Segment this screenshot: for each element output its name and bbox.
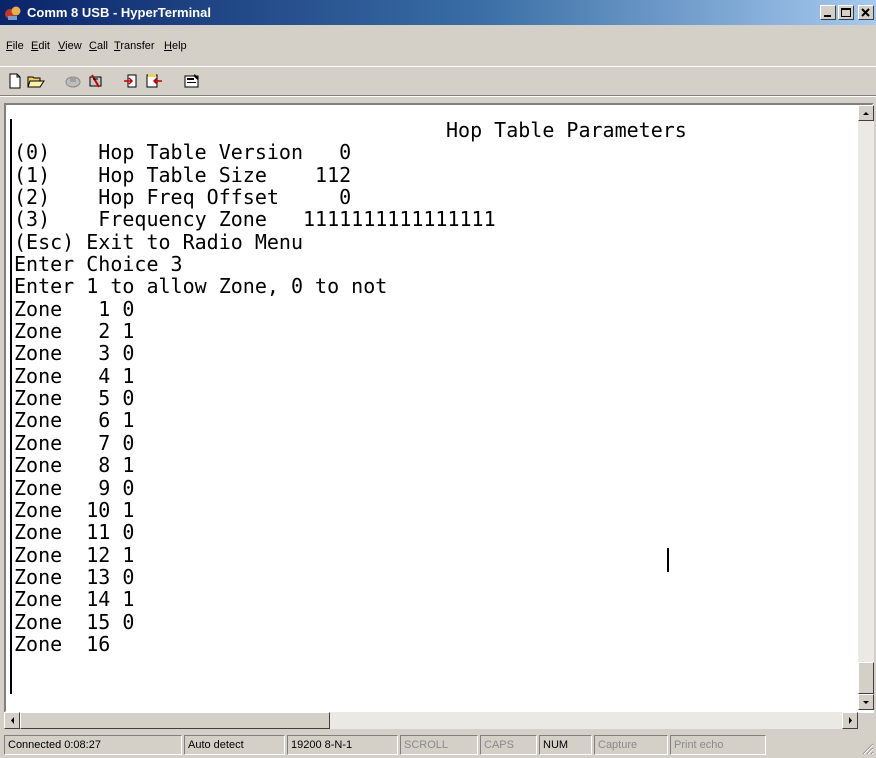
terminal-line: Zone 7 0 bbox=[14, 430, 135, 455]
title-bar[interactable]: Comm 8 USB - HyperTerminal bbox=[0, 0, 876, 25]
scroll-left-button[interactable] bbox=[4, 712, 20, 729]
terminal-line: (Esc) Exit to Radio Menu bbox=[14, 229, 303, 254]
terminal-frame: Hop Table Parameters (0) Hop Table Versi… bbox=[4, 103, 874, 713]
toolbar bbox=[0, 66, 876, 95]
new-connection-button[interactable] bbox=[4, 71, 26, 91]
menu-transfer[interactable]: Transfer bbox=[114, 38, 155, 54]
disconnect-button[interactable] bbox=[84, 71, 106, 91]
terminal-screen[interactable]: Hop Table Parameters (0) Hop Table Versi… bbox=[10, 119, 848, 694]
terminal-line: Zone 5 0 bbox=[14, 386, 135, 411]
status-connected: Connected 0:08:27 bbox=[4, 735, 182, 755]
arrow-up-icon bbox=[863, 112, 869, 115]
status-num: NUM bbox=[539, 735, 592, 755]
properties-button[interactable] bbox=[180, 71, 202, 91]
terminal-line: Zone 8 1 bbox=[14, 453, 135, 478]
new-connection-icon bbox=[9, 73, 21, 89]
scroll-down-button[interactable] bbox=[858, 694, 874, 710]
scroll-up-button[interactable] bbox=[858, 105, 874, 121]
terminal-line: Zone 16 bbox=[14, 631, 111, 656]
menu-edit[interactable]: Edit bbox=[31, 38, 50, 54]
terminal-line: Zone 12 1 bbox=[14, 542, 135, 567]
close-icon bbox=[861, 8, 870, 17]
menu-help[interactable]: Help bbox=[164, 38, 187, 54]
terminal-line: Enter 1 to allow Zone, 0 to not bbox=[14, 274, 388, 299]
horizontal-scroll-thumb[interactable] bbox=[20, 712, 330, 729]
maximize-icon bbox=[841, 8, 851, 17]
minimize-button[interactable] bbox=[820, 5, 836, 20]
scroll-right-button[interactable] bbox=[842, 712, 858, 729]
open-folder-icon bbox=[27, 76, 45, 88]
terminal-line: Zone 2 1 bbox=[14, 319, 135, 344]
menu-file[interactable]: File bbox=[6, 38, 24, 54]
minimize-icon bbox=[824, 15, 831, 17]
menu-bar: File Edit View Call Transfer Help bbox=[0, 38, 876, 54]
terminal-line: Enter Choice 3 bbox=[14, 252, 183, 277]
resize-grip-icon[interactable] bbox=[860, 741, 874, 755]
horizontal-scrollbar[interactable] bbox=[4, 712, 858, 729]
receive-icon bbox=[146, 74, 162, 88]
status-port-settings: 19200 8-N-1 bbox=[287, 735, 398, 755]
arrow-right-icon bbox=[849, 717, 852, 724]
terminal-line: Zone 13 0 bbox=[14, 564, 135, 589]
status-caps: CAPS bbox=[480, 735, 537, 755]
status-detect: Auto detect bbox=[184, 735, 285, 755]
terminal-line: Zone 14 1 bbox=[14, 587, 135, 612]
terminal-line: Zone 9 0 bbox=[14, 475, 135, 500]
terminal-line: Zone 3 0 bbox=[14, 341, 135, 366]
terminal-line: (2) Hop Freq Offset 0 bbox=[14, 185, 352, 210]
terminal-line: Zone 1 0 bbox=[14, 296, 135, 321]
vertical-scrollbar[interactable] bbox=[858, 105, 874, 710]
send-button[interactable] bbox=[120, 71, 142, 91]
text-cursor bbox=[667, 548, 669, 572]
terminal-line: Zone 6 1 bbox=[14, 408, 135, 433]
arrow-left-icon bbox=[11, 717, 14, 724]
terminal-line: Zone 11 0 bbox=[14, 520, 135, 545]
hyperterminal-app-icon[interactable] bbox=[4, 4, 22, 22]
window-title: Comm 8 USB - HyperTerminal bbox=[27, 5, 211, 20]
terminal-line: Zone 4 1 bbox=[14, 363, 135, 388]
terminal-line: Zone 10 1 bbox=[14, 497, 135, 522]
properties-icon bbox=[184, 74, 199, 88]
status-bar: Connected 0:08:27 Auto detect 19200 8-N-… bbox=[0, 733, 876, 758]
connect-icon bbox=[65, 76, 81, 88]
terminal-line: Zone 15 0 bbox=[14, 609, 135, 634]
maximize-button[interactable] bbox=[838, 5, 854, 20]
receive-button[interactable] bbox=[142, 71, 164, 91]
arrow-down-icon bbox=[863, 701, 869, 704]
terminal-line: (1) Hop Table Size 112 bbox=[14, 162, 352, 187]
status-scroll: SCROLL bbox=[400, 735, 478, 755]
terminal-line: (3) Frequency Zone 1111111111111111 bbox=[14, 207, 496, 232]
status-print-echo: Print echo bbox=[670, 735, 766, 755]
terminal-heading: Hop Table Parameters bbox=[446, 119, 687, 142]
hyperterminal-window: Comm 8 USB - HyperTerminal File Edit Vie… bbox=[0, 0, 876, 758]
horizontal-scroll-track[interactable] bbox=[330, 712, 842, 729]
vertical-scroll-thumb[interactable] bbox=[858, 662, 874, 694]
menu-call[interactable]: Call bbox=[89, 38, 108, 54]
toolbar-divider-highlight bbox=[0, 96, 876, 97]
open-button[interactable] bbox=[24, 71, 46, 91]
status-capture: Capture bbox=[594, 735, 668, 755]
terminal-line: (0) Hop Table Version 0 bbox=[14, 140, 352, 165]
connect-button[interactable] bbox=[62, 71, 84, 91]
send-icon bbox=[124, 74, 137, 88]
disconnect-icon bbox=[89, 74, 102, 88]
close-button[interactable] bbox=[858, 5, 874, 20]
menu-view[interactable]: View bbox=[58, 38, 82, 54]
